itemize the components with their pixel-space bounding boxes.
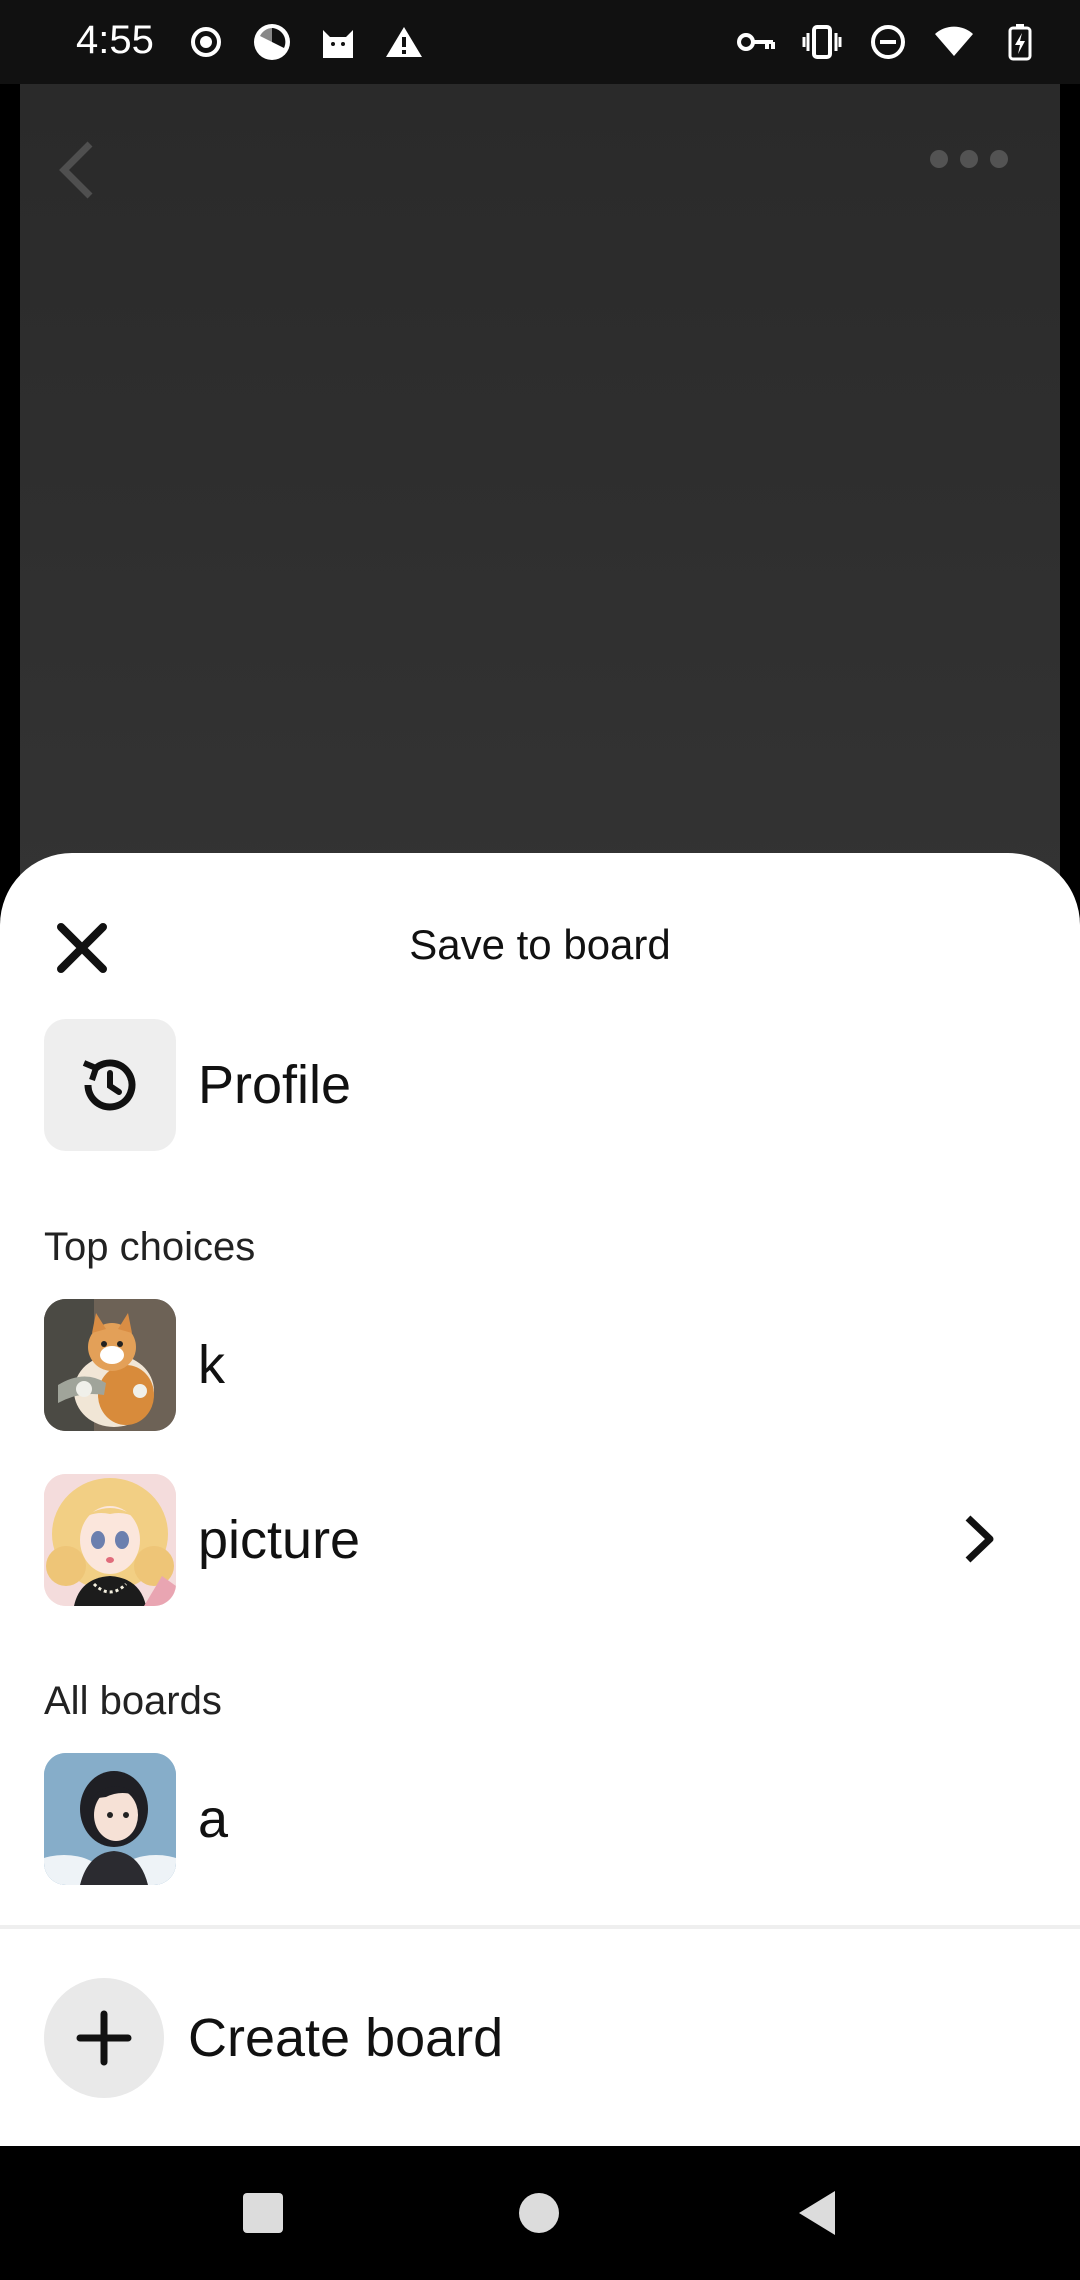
sheet-title: Save to board bbox=[409, 921, 671, 968]
board-row-a[interactable]: a bbox=[44, 1753, 1036, 1885]
status-right-icons bbox=[736, 22, 1040, 62]
plus-icon bbox=[76, 2010, 132, 2066]
back-button[interactable] bbox=[784, 2180, 850, 2246]
chevron-right-icon[interactable] bbox=[962, 1514, 996, 1569]
board-label-k: k bbox=[198, 1335, 225, 1395]
more-options-icon bbox=[930, 150, 1008, 168]
vpn-key-icon bbox=[736, 22, 776, 62]
board-label-picture: picture bbox=[198, 1510, 361, 1570]
profile-tile bbox=[44, 1019, 176, 1151]
wifi-icon bbox=[934, 22, 974, 62]
board-row-k[interactable]: k bbox=[44, 1299, 1036, 1431]
triangle-back-icon bbox=[799, 2191, 835, 2235]
board-row-picture[interactable]: picture bbox=[44, 1474, 1036, 1606]
recents-button[interactable] bbox=[230, 2180, 296, 2246]
create-board-label: Create board bbox=[188, 2008, 504, 2068]
home-button[interactable] bbox=[506, 2180, 572, 2246]
record-icon bbox=[186, 22, 226, 62]
board-thumbnail-cat bbox=[44, 1299, 176, 1431]
board-thumbnail-anime-girl-sky bbox=[44, 1753, 176, 1885]
circle-icon bbox=[519, 2193, 559, 2233]
warning-icon bbox=[384, 22, 424, 62]
vibrate-icon bbox=[802, 22, 842, 62]
battery-charging-icon bbox=[1000, 22, 1040, 62]
board-thumbnail-anime-girl-blonde bbox=[44, 1474, 176, 1606]
camera-shutter-icon bbox=[252, 22, 292, 62]
status-time: 4:55 bbox=[76, 18, 154, 62]
save-to-board-sheet: Save to board Profile Top choices k pict… bbox=[0, 853, 1080, 2146]
status-bar: 4:55 bbox=[0, 0, 1080, 84]
system-navigation-bar bbox=[0, 2146, 1080, 2280]
do-not-disturb-icon bbox=[868, 22, 908, 62]
back-arrow-icon bbox=[56, 140, 96, 205]
profile-row[interactable]: Profile bbox=[44, 1019, 1036, 1151]
divider bbox=[0, 1925, 1080, 1929]
all-boards-heading: All boards bbox=[44, 1679, 222, 1723]
status-left-icons bbox=[186, 22, 424, 62]
board-label-a: a bbox=[198, 1789, 229, 1849]
cat-icon bbox=[318, 22, 358, 62]
square-icon bbox=[243, 2193, 283, 2233]
history-icon bbox=[82, 1059, 136, 1111]
background-content bbox=[20, 84, 1060, 884]
create-board-button[interactable]: Create board bbox=[44, 1978, 503, 2098]
top-choices-heading: Top choices bbox=[44, 1225, 256, 1269]
profile-label: Profile bbox=[198, 1055, 352, 1115]
plus-circle bbox=[44, 1978, 164, 2098]
